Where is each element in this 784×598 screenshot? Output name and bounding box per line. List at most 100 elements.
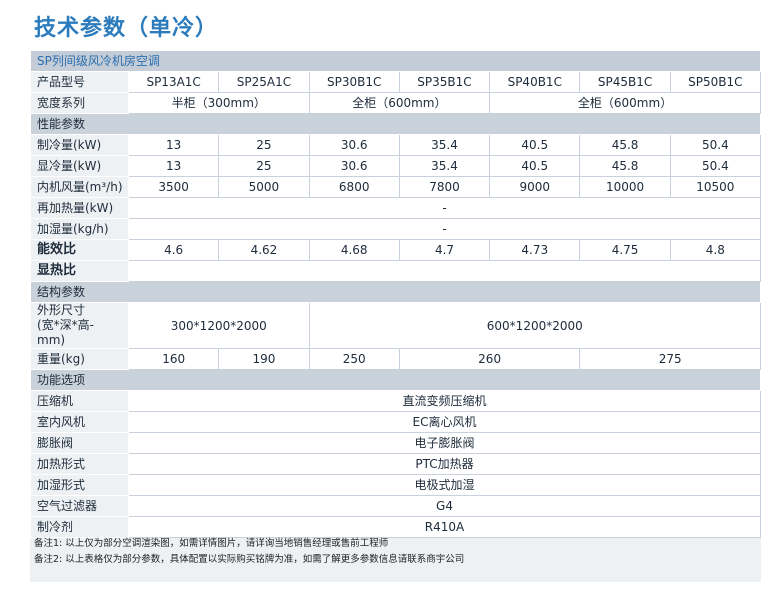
row-label: 外形尺寸 (宽*深*高-mm): [30, 302, 129, 349]
value-cell: 6800: [308, 176, 400, 198]
value-cell: 10500: [669, 176, 762, 198]
row-label: 重量(kg): [30, 348, 129, 370]
shr-row: 显热比: [30, 260, 761, 282]
value-cell: 50.4: [669, 155, 762, 177]
value-cell: 25: [218, 134, 310, 156]
value-cell: 3500: [127, 176, 220, 198]
humidifier-row: 加湿形式 电极式加湿: [30, 474, 761, 496]
dimension-cell: 600*1200*2000: [308, 302, 762, 349]
section-label: 性能参数: [30, 113, 761, 135]
section-label: 结构参数: [30, 281, 761, 303]
section-row: 结构参数: [30, 281, 761, 303]
page-title: 技术参数（单冷）: [34, 16, 219, 41]
row-label: 显热比: [30, 260, 129, 282]
value-cell: 4.75: [579, 239, 671, 261]
air-filter-row: 空气过滤器 G4: [30, 495, 761, 517]
width-cell: 半柜（300mm）: [128, 92, 310, 114]
row-label: 再加热量(kW): [30, 197, 129, 219]
row-label: 制冷量(kW): [30, 134, 129, 156]
value-cell: 260: [398, 348, 581, 370]
heating-row: 加热形式 PTC加热器: [30, 453, 761, 475]
row-label: 产品型号: [30, 71, 129, 93]
value-cell: 9000: [489, 176, 581, 198]
value-cell: 4.62: [218, 239, 310, 261]
note-2: 备注2: 以上表格仅为部分参数，具体配置以实际购买铭牌为准，如需了解更多参数信息…: [34, 554, 465, 565]
notes: 备注1: 以上仅为部分空调渲染图，如需详情图片，请详询当地销售经理或售前工程师 …: [34, 536, 754, 568]
cooling-row: 制冷量(kW) 13 25 30.6 35.4 40.5 45.8 50.4: [30, 134, 762, 156]
value-cell: 4.73: [489, 239, 581, 261]
reheat-row: 再加热量(kW) -: [30, 197, 761, 219]
model-cell: SP35B1C: [398, 71, 491, 93]
value-cell: 30.6: [308, 155, 400, 177]
row-label: 制冷剂: [30, 516, 129, 538]
dimensions-row: 外形尺寸 (宽*深*高-mm) 300*1200*2000 600*1200*2…: [30, 302, 762, 349]
value-cell: 30.6: [308, 134, 400, 156]
row-label: 膨胀阀: [30, 432, 129, 454]
width-series-row: 宽度系列 半柜（300mm） 全柜（600mm） 全柜（600mm）: [30, 92, 761, 114]
model-cell: SP13A1C: [127, 71, 220, 93]
table-heading: SP列间级风冷机房空调: [30, 50, 761, 72]
row-label: 内机风量(m³/h): [30, 176, 129, 198]
value-cell: 250: [308, 348, 400, 370]
model-cell: SP30B1C: [308, 71, 400, 93]
value-cell: 13: [127, 155, 220, 177]
value-cell: 4.6: [127, 239, 220, 261]
compressor-row: 压缩机 直流变频压缩机: [30, 390, 761, 412]
row-label: 加湿形式: [30, 474, 129, 496]
value-cell: 45.8: [579, 155, 671, 177]
row-label: 能效比: [30, 239, 129, 261]
weight-row: 重量(kg) 160 190 250 260 275: [30, 348, 761, 370]
merged-value: -: [128, 197, 761, 219]
model-row: 产品型号 SP13A1C SP25A1C SP30B1C SP35B1C SP4…: [30, 71, 762, 93]
model-cell: SP25A1C: [218, 71, 310, 93]
width-cell: 全柜（600mm）: [489, 92, 761, 114]
value-cell: 45.8: [579, 134, 671, 156]
value-cell: 13: [127, 134, 220, 156]
row-label: 加热形式: [30, 453, 129, 475]
eer-row: 能效比 4.6 4.62 4.68 4.7 4.73 4.75 4.8: [30, 239, 762, 261]
spec-sheet: SP列间级风冷机房空调 产品型号 SP13A1C SP25A1C SP30B1C…: [30, 50, 762, 582]
value-cell: 275: [579, 348, 761, 370]
section-label: 功能选项: [30, 369, 761, 391]
model-cell: SP50B1C: [669, 71, 762, 93]
row-label: 加湿量(kg/h): [30, 218, 129, 240]
table-heading-row: SP列间级风冷机房空调: [30, 50, 761, 72]
value-cell: 190: [218, 348, 310, 370]
merged-value: EC离心风机: [128, 411, 761, 433]
row-label: 显冷量(kW): [30, 155, 129, 177]
note-1: 备注1: 以上仅为部分空调渲染图，如需详情图片，请详询当地销售经理或售前工程师: [34, 538, 389, 549]
section-row: 性能参数: [30, 113, 761, 135]
expansion-valve-row: 膨胀阀 电子膨胀阀: [30, 432, 761, 454]
value-cell: 35.4: [398, 134, 491, 156]
merged-value: 直流变频压缩机: [128, 390, 761, 412]
section-row: 功能选项: [30, 369, 761, 391]
value-cell: 160: [127, 348, 220, 370]
value-cell: 25: [218, 155, 310, 177]
model-cell: SP40B1C: [489, 71, 581, 93]
row-label: 空气过滤器: [30, 495, 129, 517]
humidify-row: 加湿量(kg/h) -: [30, 218, 761, 240]
value-cell: 50.4: [669, 134, 762, 156]
merged-value: PTC加热器: [128, 453, 761, 475]
merged-value: [128, 260, 761, 282]
merged-value: 电极式加湿: [128, 474, 761, 496]
value-cell: 4.8: [669, 239, 762, 261]
value-cell: 4.68: [308, 239, 400, 261]
value-cell: 5000: [218, 176, 310, 198]
value-cell: 35.4: [398, 155, 491, 177]
merged-value: -: [128, 218, 761, 240]
row-label: 宽度系列: [30, 92, 129, 114]
row-label: 压缩机: [30, 390, 129, 412]
merged-value: G4: [128, 495, 761, 517]
dimension-cell: 300*1200*2000: [128, 302, 310, 349]
spec-table: SP列间级风冷机房空调 产品型号 SP13A1C SP25A1C SP30B1C…: [30, 50, 762, 538]
model-cell: SP45B1C: [579, 71, 671, 93]
airflow-row: 内机风量(m³/h) 3500 5000 6800 7800 9000 1000…: [30, 176, 762, 198]
value-cell: 40.5: [489, 155, 581, 177]
value-cell: 7800: [398, 176, 491, 198]
sensible-row: 显冷量(kW) 13 25 30.6 35.4 40.5 45.8 50.4: [30, 155, 762, 177]
refrigerant-row: 制冷剂 R410A: [30, 516, 761, 538]
value-cell: 40.5: [489, 134, 581, 156]
merged-value: R410A: [128, 516, 761, 538]
row-label: 室内风机: [30, 411, 129, 433]
